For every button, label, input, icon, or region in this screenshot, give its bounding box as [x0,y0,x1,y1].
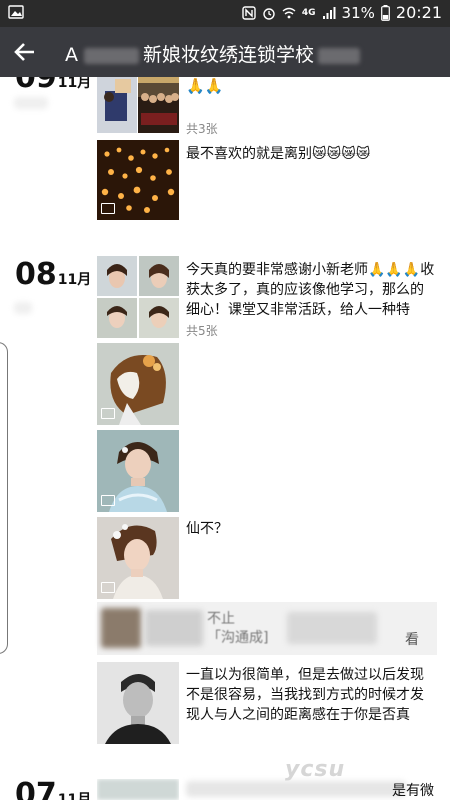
edge-panel-handle[interactable] [0,342,8,654]
photo-thumbnail-man[interactable] [97,662,179,744]
video-icon [101,495,115,506]
partial-image [97,779,179,800]
status-bar: 4G 31% 20:21 [0,0,450,27]
share-line-1: 不止 [207,611,235,627]
video-thumbnail-fairy[interactable] [97,517,179,599]
share-thumb-redaction [101,608,141,648]
album-thumbnail-grid[interactable] [97,256,179,338]
photo-thumbnail-partial[interactable] [97,779,179,800]
shared-link-card[interactable]: 不止 「沟通成] 看 [97,602,437,655]
location-smudge [14,302,32,314]
man-portrait-image [97,662,179,744]
network-type: 4G [301,7,316,18]
date-month: 11月 [57,77,92,91]
location-smudge [14,97,48,109]
page-title: A 新娘妆纹绣连锁学校 [65,40,361,67]
title-redaction-end [318,47,361,64]
share-title-redaction [145,610,203,646]
share-action[interactable]: 看 [405,629,419,649]
signal-icon [322,6,336,19]
video-thumbnail-hairstyle[interactable] [97,343,179,425]
watermark: ycsu [285,757,346,782]
date-day: 09 [15,77,57,95]
album-count: 共3张 [186,122,218,136]
hands-emoji: 🙏🙏 [186,77,224,95]
title-redaction [84,47,140,64]
date-label-07: 0711月 [15,777,91,800]
video-icon [101,582,115,593]
date-month: 11月 [57,792,92,800]
date-day: 07 [15,777,57,800]
battery-icon [380,4,390,21]
post-text-sincerity: 一直以为很简单，但是去做过以后发现不是很容易，当我找到方式的时候才发现人与人之间… [186,667,424,723]
share-line-2: 「沟通成] [207,630,269,646]
post-text-farewell: 最不喜欢的就是离别😿😿😿😿 [186,146,371,162]
share-text: 不止 「沟通成] [207,610,268,648]
album-count: 共5张 [186,324,218,338]
wifi-icon [282,7,296,18]
video-icon [101,203,115,214]
video-icon [101,408,115,419]
title-text: 新娘妆纹绣连锁学校 [143,44,315,66]
date-label-08: 0811月 [15,257,91,292]
clock: 20:21 [395,3,442,22]
nfc-icon [242,5,256,20]
gallery-icon [8,5,24,19]
text-redaction [186,781,406,797]
date-label-09: 0911月 [15,77,91,95]
back-arrow-icon[interactable] [12,39,38,65]
title-bar: A 新娘妆纹绣连锁学校 [0,27,450,77]
alarm-icon [263,7,275,20]
title-prefix: A [65,44,78,66]
share-redaction-mid [287,612,377,644]
bridal-grid-image [97,256,179,338]
post-text-fairy: 仙不？ [186,521,228,537]
album-collage-image [97,77,179,133]
date-month: 11月 [57,272,92,288]
post-text-thanks: 今天真的要非常感谢小新老师🙏🙏🙏收获太多了，真的应该像他学习，那么的细心！课堂又… [186,262,435,318]
album-thumbnail[interactable] [97,77,179,133]
battery-percent: 31% [341,3,375,22]
video-thumbnail-bride[interactable] [97,430,179,512]
post-text-partial: 是有微 [392,783,434,799]
video-thumbnail-candles[interactable] [97,140,179,220]
moments-timeline[interactable]: 0911月 🙏🙏 共3张 最不喜欢的就是离别😿😿😿😿 0811月 今天真的要非常… [0,77,450,800]
date-day: 08 [15,257,57,292]
